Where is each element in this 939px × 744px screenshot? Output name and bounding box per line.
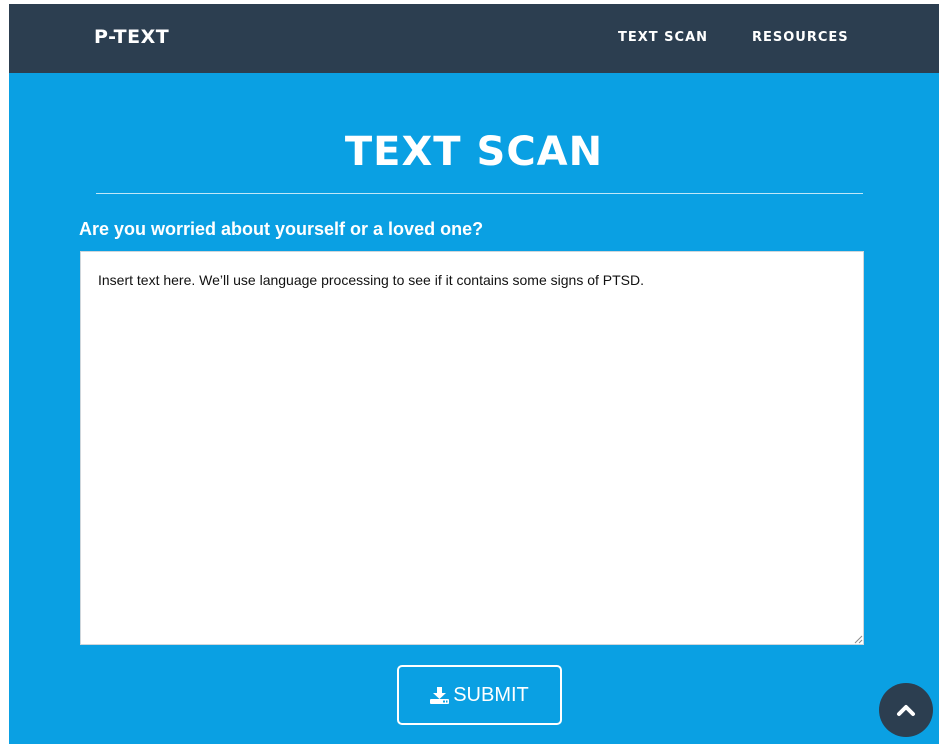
- download-icon: [430, 686, 450, 704]
- question-label: Are you worried about yourself or a love…: [79, 219, 484, 239]
- brand-logo[interactable]: P-TEXT: [94, 26, 169, 48]
- title-divider: [96, 193, 863, 194]
- text-input[interactable]: [80, 251, 864, 645]
- nav-link-text-scan[interactable]: TEXT SCAN: [618, 30, 708, 45]
- submit-label: SUBMIT: [453, 683, 529, 706]
- submit-button[interactable]: SUBMIT: [397, 665, 562, 725]
- page-frame: P-TEXT TEXT SCAN RESOURCES TEXT SCAN Are…: [9, 4, 939, 744]
- navbar: P-TEXT TEXT SCAN RESOURCES: [9, 4, 939, 73]
- nav-link-resources[interactable]: RESOURCES: [752, 30, 849, 45]
- page-title: TEXT SCAN: [344, 129, 604, 175]
- scroll-to-top-button[interactable]: [879, 683, 933, 737]
- chevron-up-icon: [897, 705, 915, 716]
